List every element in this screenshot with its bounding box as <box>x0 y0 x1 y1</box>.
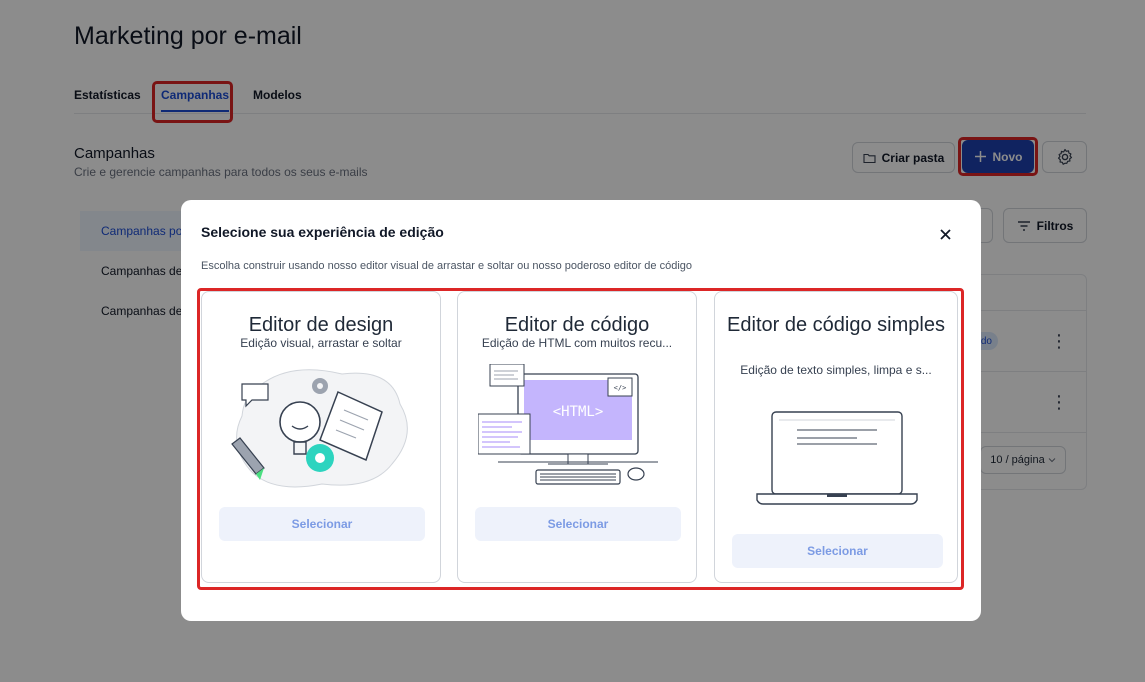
close-button[interactable] <box>935 224 955 244</box>
modal-description: Escolha construir usando nosso editor vi… <box>201 260 693 272</box>
close-icon <box>939 228 951 240</box>
cards-highlight-box <box>197 288 964 590</box>
editor-selection-modal: Selecione sua experiência de edição Esco… <box>181 200 981 621</box>
modal-title: Selecione sua experiência de edição <box>201 224 444 240</box>
